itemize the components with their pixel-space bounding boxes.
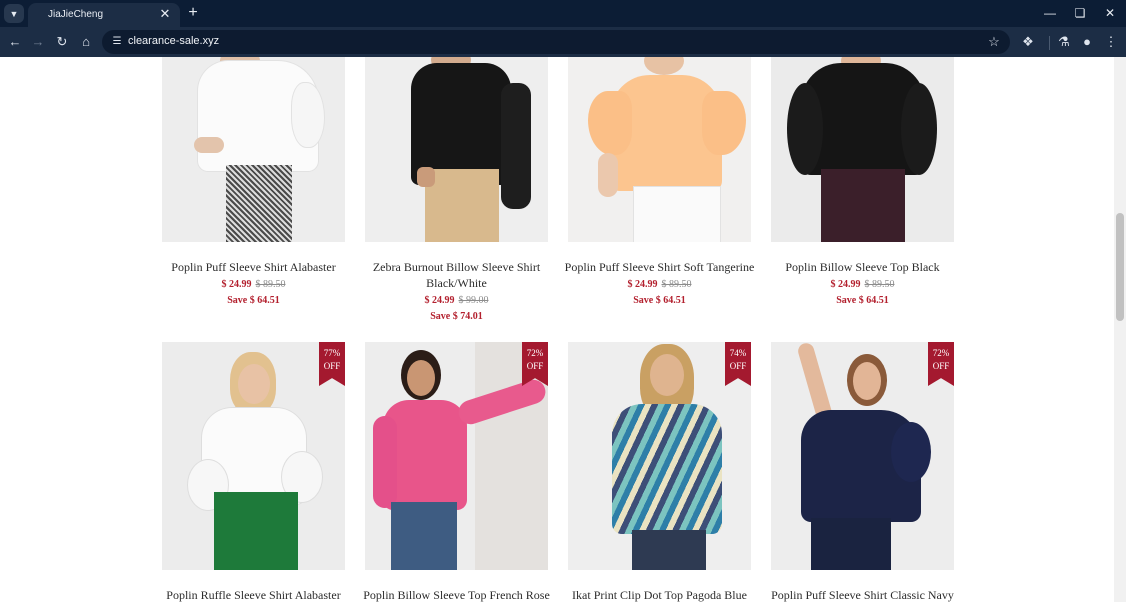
person-icon[interactable]: ● — [1077, 32, 1097, 52]
close-window-icon[interactable]: ✕ — [1093, 2, 1126, 24]
home-icon[interactable]: ⌂ — [76, 32, 96, 52]
product-name[interactable]: Poplin Ruffle Sleeve Shirt Alabaster — [156, 587, 351, 602]
product-name[interactable]: Poplin Puff Sleeve Shirt Alabaster — [156, 259, 351, 275]
product-name[interactable]: Poplin Billow Sleeve Top French Rose — [359, 587, 554, 602]
tab-strip: ▼ JiaJieCheng ✕ + — ❏ ✕ — [0, 0, 1126, 27]
price-line: $ 24.99 $ 89.50 — [568, 278, 751, 292]
page-scrollbar[interactable] — [1114, 57, 1126, 602]
minimize-icon[interactable]: — — [1033, 2, 1067, 24]
price-line: $ 24.99 $ 89.50 — [162, 278, 345, 292]
original-price: $ 89.50 — [661, 279, 692, 290]
product-image[interactable] — [568, 342, 751, 570]
reload-icon[interactable]: ↻ — [52, 32, 72, 52]
product-image[interactable] — [365, 57, 548, 242]
plus-icon[interactable]: + — [184, 4, 202, 22]
product-name[interactable]: Poplin Puff Sleeve Shirt Classic Navy — [765, 587, 960, 602]
arrow-right-icon[interactable]: → — [28, 32, 48, 52]
discount-percent: 74% — [729, 348, 747, 358]
discount-off-label: OFF — [729, 361, 747, 371]
product-image[interactable] — [162, 342, 345, 570]
savings-text: Save $ 74.01 — [430, 311, 483, 322]
sale-price: $ 24.99 — [424, 295, 455, 306]
page-viewport: Poplin Puff Sleeve Shirt Alabaster $ 24.… — [0, 57, 1114, 602]
tab-title: JiaJieCheng — [48, 9, 104, 20]
sale-price: $ 24.99 — [830, 279, 861, 290]
discount-percent: 72% — [932, 348, 950, 358]
product-image[interactable] — [771, 57, 954, 242]
product-name[interactable]: Zebra Burnout Billow Sleeve Shirt Black/… — [371, 259, 542, 291]
product-name[interactable]: Ikat Print Clip Dot Top Pagoda Blue — [562, 587, 757, 602]
star-icon[interactable]: ☆ — [984, 32, 1004, 52]
original-price: $ 89.50 — [255, 279, 286, 290]
arrow-left-icon[interactable]: ← — [5, 32, 25, 52]
browser-toolbar: ← → ↻ ⌂ ☰ clearance-sale.xyz ☆ ❖ ⚗ ● ⋮ — [0, 27, 1126, 57]
product-name[interactable]: Poplin Puff Sleeve Shirt Soft Tangerine — [562, 259, 757, 275]
savings-text: Save $ 64.51 — [836, 295, 889, 306]
discount-percent: 77% — [323, 348, 341, 358]
original-price: $ 89.50 — [864, 279, 895, 290]
tune-icon[interactable]: ☰ — [108, 33, 126, 51]
kebab-menu-icon[interactable]: ⋮ — [1101, 32, 1121, 52]
sale-price: $ 24.99 — [221, 279, 252, 290]
product-name[interactable]: Poplin Billow Sleeve Top Black — [765, 259, 960, 275]
close-icon[interactable]: ✕ — [157, 6, 173, 22]
product-image[interactable] — [162, 57, 345, 242]
price-line: $ 24.99 $ 99.00 — [365, 294, 548, 308]
scrollbar-thumb[interactable] — [1116, 213, 1124, 321]
sale-price: $ 24.99 — [627, 279, 658, 290]
price-line: $ 24.99 $ 89.50 — [771, 278, 954, 292]
url-text[interactable]: clearance-sale.xyz — [128, 35, 219, 47]
product-image[interactable] — [568, 57, 751, 242]
product-image[interactable] — [771, 342, 954, 570]
puzzle-icon[interactable]: ❖ — [1018, 32, 1038, 52]
original-price: $ 99.00 — [458, 295, 489, 306]
chevron-down-icon[interactable]: ▼ — [4, 4, 24, 23]
browser-tab[interactable]: JiaJieCheng ✕ — [28, 3, 180, 27]
discount-off-label: OFF — [932, 361, 950, 371]
savings-text: Save $ 64.51 — [633, 295, 686, 306]
discount-off-label: OFF — [526, 361, 544, 371]
savings-text: Save $ 64.51 — [227, 295, 280, 306]
address-bar[interactable]: ☰ clearance-sale.xyz ☆ — [102, 30, 1010, 54]
restore-icon[interactable]: ❏ — [1063, 2, 1097, 24]
discount-percent: 72% — [526, 348, 544, 358]
discount-off-label: OFF — [323, 361, 341, 371]
flask-icon[interactable]: ⚗ — [1054, 32, 1074, 52]
product-image[interactable] — [365, 342, 548, 570]
toolbar-divider — [1049, 36, 1050, 50]
